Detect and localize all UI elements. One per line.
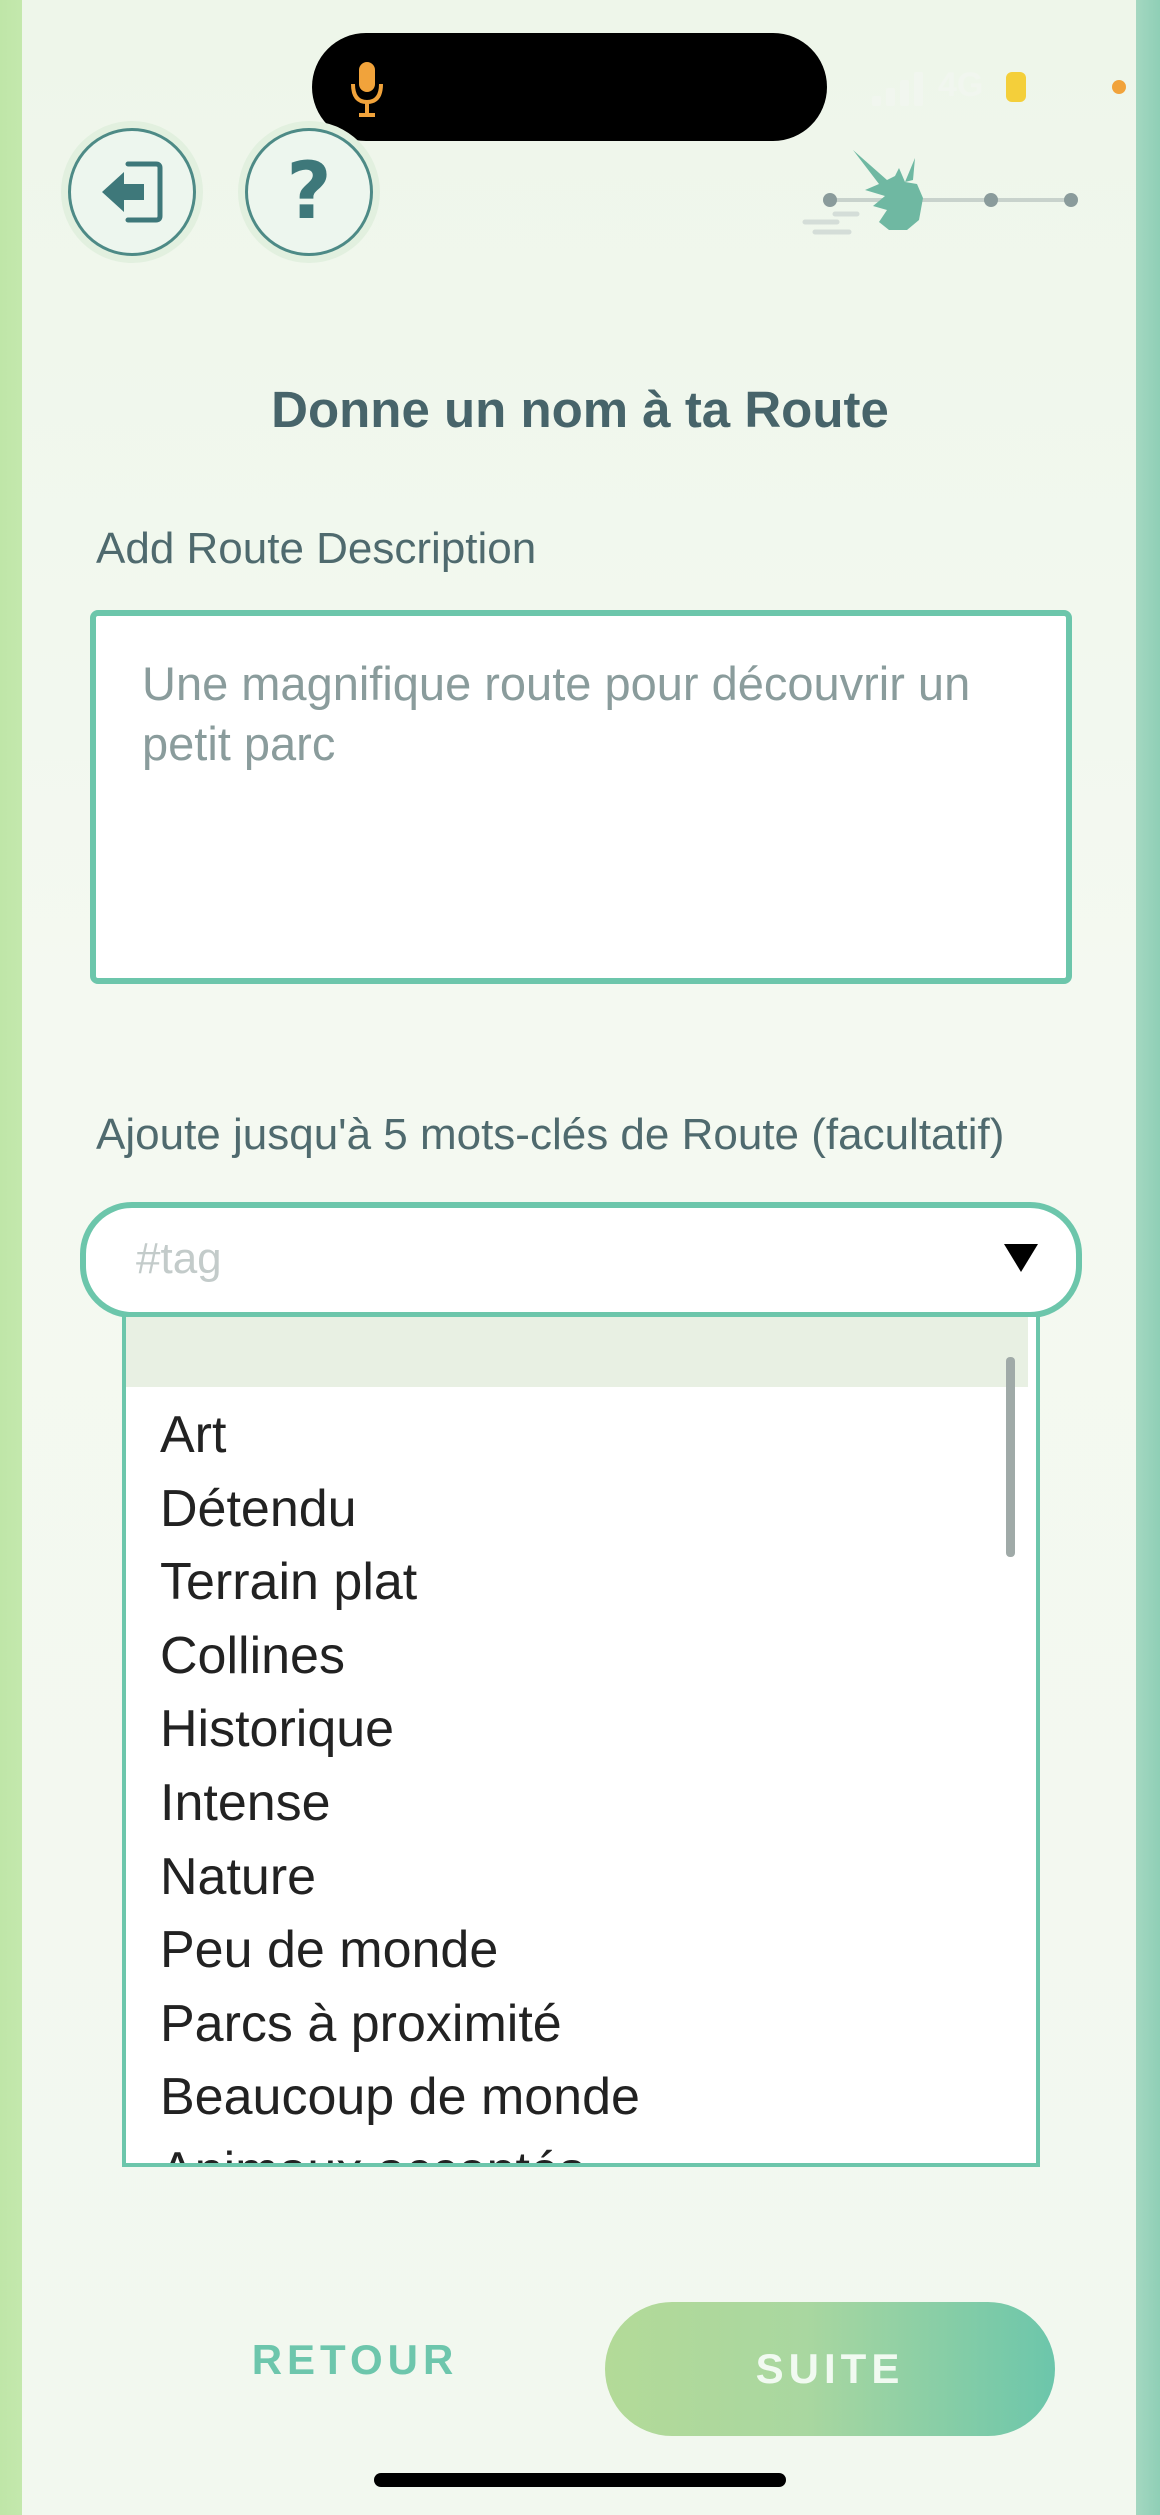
- progress-step-1: [823, 193, 837, 207]
- tag-select[interactable]: #tag: [80, 1202, 1082, 1318]
- exit-button[interactable]: [68, 128, 196, 256]
- dropdown-arrow-icon[interactable]: [1004, 1244, 1038, 1272]
- status-indicators: 4G: [870, 62, 1130, 112]
- page-title: Donne un nom à ta Route: [271, 381, 889, 438]
- tag-option[interactable]: Peu de monde: [160, 1914, 640, 1988]
- battery-icon: [1006, 72, 1026, 102]
- progress-step-2: [984, 193, 998, 207]
- tag-dropdown-list[interactable]: Art Détendu Terrain plat Collines Histor…: [122, 1312, 1040, 2167]
- home-indicator[interactable]: [374, 2473, 786, 2487]
- next-button-label: SUITE: [755, 2345, 905, 2392]
- microphone-icon: [351, 62, 383, 117]
- dropdown-empty-option[interactable]: [126, 1317, 1028, 1387]
- tag-option[interactable]: Parcs à proximité: [160, 1988, 640, 2062]
- tag-option[interactable]: Animaux acceptés: [160, 2135, 640, 2163]
- tag-placeholder: #tag: [136, 1234, 222, 1283]
- exit-icon: [102, 161, 163, 223]
- tag-option[interactable]: Intense: [160, 1767, 640, 1841]
- pikachu-running-icon: [802, 150, 923, 235]
- dropdown-scrollbar[interactable]: [1006, 1357, 1015, 1557]
- description-value: Une magnifique route pour découvrir un p…: [142, 657, 971, 770]
- next-button[interactable]: SUITE: [605, 2302, 1055, 2436]
- tag-option[interactable]: Beaucoup de monde: [160, 2061, 640, 2135]
- privacy-indicator-dot: [1112, 80, 1126, 94]
- help-icon: ?: [286, 147, 332, 237]
- progress-step-3: [1064, 193, 1078, 207]
- tag-option[interactable]: Terrain plat: [160, 1546, 640, 1620]
- signal-icon: [872, 72, 923, 106]
- network-label: 4G: [938, 66, 984, 104]
- route-progress-indicator: [802, 150, 1078, 235]
- tag-option[interactable]: Détendu: [160, 1473, 640, 1547]
- help-button[interactable]: ?: [245, 128, 373, 256]
- back-button[interactable]: RETOUR: [230, 2336, 480, 2384]
- tag-option[interactable]: Historique: [160, 1693, 640, 1767]
- tag-option[interactable]: Collines: [160, 1620, 640, 1694]
- description-label: Add Route Description: [96, 524, 537, 573]
- tag-option[interactable]: Art: [160, 1399, 640, 1473]
- tag-options: Art Détendu Terrain plat Collines Histor…: [160, 1399, 640, 2163]
- description-textarea[interactable]: Une magnifique route pour découvrir un p…: [90, 610, 1072, 984]
- dynamic-island: [312, 33, 827, 141]
- tag-option[interactable]: Nature: [160, 1841, 640, 1915]
- tags-label: Ajoute jusqu'à 5 mots-clés de Route (fac…: [96, 1110, 1005, 1159]
